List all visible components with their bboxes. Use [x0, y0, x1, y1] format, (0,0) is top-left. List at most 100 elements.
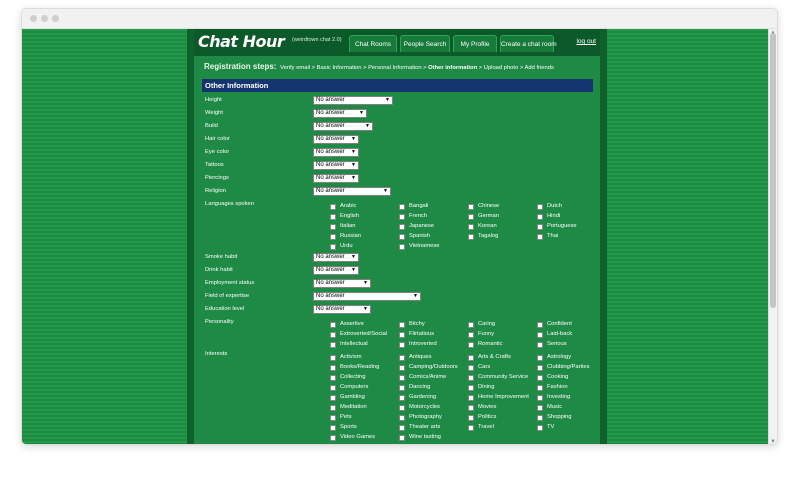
page-viewport: Chat Hour (weirdtown chat 2.0) Chat Room… — [22, 29, 770, 444]
personality-checkbox-flirtatious[interactable] — [399, 332, 405, 338]
logout-link[interactable]: log out — [576, 38, 596, 45]
scrollbar-thumb[interactable] — [770, 33, 776, 308]
interest-checkbox-video-games[interactable] — [330, 435, 336, 441]
language-checkbox-chinese[interactable] — [468, 204, 474, 210]
interest-checkbox-investing[interactable] — [537, 395, 543, 401]
select-tattoos[interactable]: No answer ▼ — [313, 161, 359, 170]
window-maximize-dot[interactable] — [52, 15, 59, 22]
select-build[interactable]: No answer ▼ — [313, 122, 373, 131]
personality-checkbox-introverted[interactable] — [399, 342, 405, 348]
interest-checkbox-pets[interactable] — [330, 415, 336, 421]
language-checkbox-japanese[interactable] — [399, 224, 405, 230]
interest-checkbox-gambling[interactable] — [330, 395, 336, 401]
interest-checkbox-fashion[interactable] — [537, 385, 543, 391]
select-eye-color[interactable]: No answer ▼ — [313, 148, 359, 157]
tab-people-search[interactable]: People Search — [400, 35, 450, 52]
interest-checkbox-collecting[interactable] — [330, 375, 336, 381]
language-checkbox-russian[interactable] — [330, 234, 336, 240]
select-height[interactable]: No answer ▼ — [313, 96, 393, 105]
vertical-scrollbar[interactable]: ▲ ▼ — [768, 29, 777, 444]
field-label-field-of-expertise: Field of expertise — [205, 293, 250, 299]
select-piercings[interactable]: No answer ▼ — [313, 174, 359, 183]
interest-checkbox-shopping[interactable] — [537, 415, 543, 421]
language-checkbox-korean[interactable] — [468, 224, 474, 230]
personality-checkbox-caring[interactable] — [468, 322, 474, 328]
interest-option-camping-outdoors: Camping/Outdoors — [409, 364, 458, 370]
browser-titlebar — [22, 9, 777, 29]
personality-checkbox-romantic[interactable] — [468, 342, 474, 348]
interest-checkbox-photography[interactable] — [399, 415, 405, 421]
language-checkbox-hindi[interactable] — [537, 214, 543, 220]
select-education-level[interactable]: No answer ▼ — [313, 305, 371, 314]
personality-checkbox-extroverted-social[interactable] — [330, 332, 336, 338]
language-checkbox-spanish[interactable] — [399, 234, 405, 240]
language-checkbox-tagalog[interactable] — [468, 234, 474, 240]
interest-checkbox-dancing[interactable] — [399, 385, 405, 391]
interest-checkbox-wine-tasting[interactable] — [399, 435, 405, 441]
language-checkbox-italian[interactable] — [330, 224, 336, 230]
language-checkbox-portuguese[interactable] — [537, 224, 543, 230]
interest-checkbox-movies[interactable] — [468, 405, 474, 411]
language-checkbox-arabic[interactable] — [330, 204, 336, 210]
interest-checkbox-sports[interactable] — [330, 425, 336, 431]
interest-checkbox-antiques[interactable] — [399, 355, 405, 361]
interest-checkbox-gardening[interactable] — [399, 395, 405, 401]
personality-checkbox-serious[interactable] — [537, 342, 543, 348]
language-checkbox-english[interactable] — [330, 214, 336, 220]
personality-checkbox-intellectual[interactable] — [330, 342, 336, 348]
field-label-employment-status: Employment status — [205, 280, 255, 286]
window-minimize-dot[interactable] — [41, 15, 48, 22]
personality-checkbox-laid-back[interactable] — [537, 332, 543, 338]
field-label-hair-color: Hair color — [205, 136, 230, 142]
personality-checkbox-assertive[interactable] — [330, 322, 336, 328]
language-checkbox-dutch[interactable] — [537, 204, 543, 210]
personality-checkbox-funny[interactable] — [468, 332, 474, 338]
interest-checkbox-books-reading[interactable] — [330, 365, 336, 371]
interest-checkbox-arts-crafts[interactable] — [468, 355, 474, 361]
interest-checkbox-activism[interactable] — [330, 355, 336, 361]
interest-checkbox-music[interactable] — [537, 405, 543, 411]
field-label-weight: Weight — [205, 110, 223, 116]
personality-checkbox-confident[interactable] — [537, 322, 543, 328]
language-checkbox-urdu[interactable] — [330, 244, 336, 250]
language-checkbox-french[interactable] — [399, 214, 405, 220]
interest-option-cooking: Cooking — [547, 374, 569, 380]
steps-label: Registration steps: — [204, 62, 277, 71]
select-drink-habit[interactable]: No answer ▼ — [313, 266, 359, 275]
site-logo[interactable]: Chat Hour — [198, 32, 285, 51]
select-employment-status[interactable]: No answer ▼ — [313, 279, 371, 288]
interest-checkbox-astrology[interactable] — [537, 355, 543, 361]
interest-checkbox-community-service[interactable] — [468, 375, 474, 381]
interest-checkbox-comics-anime[interactable] — [399, 375, 405, 381]
window-close-dot[interactable] — [30, 15, 37, 22]
interest-checkbox-camping-outdoors[interactable] — [399, 365, 405, 371]
interest-checkbox-politics[interactable] — [468, 415, 474, 421]
language-checkbox-german[interactable] — [468, 214, 474, 220]
language-checkbox-vietnamese[interactable] — [399, 244, 405, 250]
select-weight[interactable]: No answer ▼ — [313, 109, 367, 118]
select-smoke-habit[interactable]: No answer ▼ — [313, 253, 359, 262]
personality-option-extroverted-social: Extroverted/Social — [340, 331, 388, 337]
select-field-of-expertise[interactable]: No answer ▼ — [313, 292, 421, 301]
interest-checkbox-home-improvement[interactable] — [468, 395, 474, 401]
language-checkbox-thai[interactable] — [537, 234, 543, 240]
tab-my-profile[interactable]: My Profile — [453, 35, 497, 52]
personality-checkbox-bitchy[interactable] — [399, 322, 405, 328]
language-option-italian: Italian — [340, 223, 356, 229]
interest-checkbox-motorcycles[interactable] — [399, 405, 405, 411]
language-checkbox-bangali[interactable] — [399, 204, 405, 210]
interest-checkbox-dining[interactable] — [468, 385, 474, 391]
interest-checkbox-cars[interactable] — [468, 365, 474, 371]
tab-create-chat-room[interactable]: Create a chat room — [500, 35, 557, 52]
select-religion[interactable]: No answer ▼ — [313, 187, 391, 196]
select-hair-color[interactable]: No answer ▼ — [313, 135, 359, 144]
scroll-down-arrow[interactable]: ▼ — [769, 439, 777, 444]
interest-checkbox-tv[interactable] — [537, 425, 543, 431]
interest-checkbox-travel[interactable] — [468, 425, 474, 431]
interest-checkbox-clubbing-parties[interactable] — [537, 365, 543, 371]
interest-checkbox-cooking[interactable] — [537, 375, 543, 381]
interest-checkbox-meditation[interactable] — [330, 405, 336, 411]
interest-checkbox-theater-arts[interactable] — [399, 425, 405, 431]
tab-chat-rooms[interactable]: Chat Rooms — [349, 35, 397, 52]
interest-checkbox-computers[interactable] — [330, 385, 336, 391]
